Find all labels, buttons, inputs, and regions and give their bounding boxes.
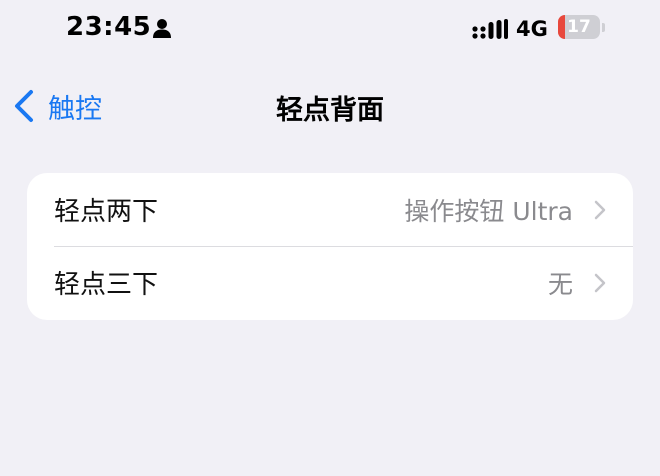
page-title: 轻点背面 bbox=[276, 95, 384, 126]
status-time: 23:45 bbox=[66, 12, 152, 42]
row-label: 轻点三下 bbox=[54, 270, 159, 300]
row-label: 轻点两下 bbox=[54, 197, 159, 227]
battery-icon: 17 bbox=[558, 15, 600, 39]
row-double-tap[interactable]: 轻点两下 操作按钮 Ultra bbox=[27, 173, 633, 246]
row-value: 操作按钮 Ultra bbox=[404, 196, 573, 226]
chevron-right-icon bbox=[594, 273, 606, 292]
battery-cap bbox=[602, 23, 605, 32]
person-icon bbox=[153, 19, 171, 38]
row-triple-tap[interactable]: 轻点三下 无 bbox=[27, 246, 633, 319]
row-value: 无 bbox=[547, 269, 573, 299]
network-type: 4G bbox=[516, 17, 548, 41]
settings-group: 轻点两下 操作按钮 Ultra 轻点三下 无 bbox=[27, 173, 633, 320]
chevron-right-icon bbox=[594, 200, 606, 219]
battery-level: 17 bbox=[567, 17, 591, 37]
cellular-signal-icon bbox=[472, 19, 508, 39]
status-bar: 23:45 4G 17 bbox=[0, 0, 660, 60]
